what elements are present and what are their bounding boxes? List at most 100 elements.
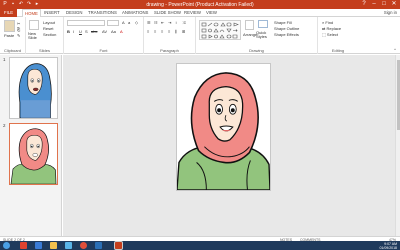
slide-thumbnail-panel: 1 2	[0, 55, 62, 236]
select-label: Select	[326, 32, 339, 37]
slide-editing-area	[63, 55, 400, 236]
media-player-icon[interactable]	[65, 242, 72, 249]
copy-icon[interactable]: ⎘	[17, 27, 20, 32]
columns-icon[interactable]: ⫼	[175, 29, 177, 34]
tab-file[interactable]: FILE	[0, 9, 18, 17]
smartart-icon[interactable]: ⊞	[182, 29, 185, 34]
quick-styles-button[interactable]: Quick Styles	[256, 31, 270, 39]
layout-button[interactable]: Layout	[43, 20, 55, 25]
ribbon: Paste ✂ ⎘ ✎ Clipboard New Slide Layout R…	[0, 17, 400, 54]
text-direction-icon[interactable]: ⤨	[182, 20, 185, 25]
sign-in-link[interactable]: Sign in	[384, 10, 397, 15]
drawing-group: Arrange Quick Styles Shape Fill Shape Ou…	[196, 17, 318, 54]
format-painter-icon[interactable]: ✎	[17, 33, 20, 38]
windows-taskbar: 9:07 AM 01/09/2018	[0, 241, 400, 250]
slide-number-2: 2	[3, 123, 6, 128]
font-group: A a ◇ B I U S abc AV Aa A Font	[64, 17, 144, 54]
find-icon: ⌕	[322, 20, 325, 25]
window-title: drawing - PowerPoint (Product Activation…	[146, 1, 254, 8]
restore-button[interactable]: □	[379, 0, 389, 8]
scrollbar-thumb[interactable]	[396, 60, 400, 130]
folder-icon[interactable]	[50, 242, 57, 249]
slide-thumbnail-2[interactable]	[9, 123, 58, 185]
quick-styles-icon[interactable]	[258, 20, 268, 28]
cut-icon[interactable]: ✂	[17, 21, 20, 26]
ribbon-tabs: FILE HOME INSERT DESIGN TRANSITIONS ANIM…	[0, 9, 400, 18]
hijab-girl-illustration	[177, 64, 270, 190]
bullets-icon[interactable]: ☰	[147, 20, 151, 25]
shapes-gallery[interactable]	[199, 20, 241, 40]
find-label: Find	[325, 20, 334, 25]
justify-icon[interactable]: ≡	[168, 29, 170, 34]
ie-icon[interactable]	[35, 242, 42, 249]
chrome-icon[interactable]	[80, 242, 87, 249]
reset-button[interactable]: Reset	[43, 26, 53, 31]
character-spacing-icon[interactable]: AV	[102, 29, 107, 34]
tab-animations[interactable]: ANIMATIONS	[122, 10, 148, 15]
section-button[interactable]: Section	[43, 32, 56, 37]
new-slide-icon[interactable]	[29, 20, 39, 30]
tab-slide-show[interactable]: SLIDE SHOW	[154, 10, 181, 15]
replace-button[interactable]: ⇄ Replace	[322, 26, 341, 31]
close-button[interactable]: ✕	[389, 0, 399, 8]
shape-outline-button[interactable]: Shape Outline	[274, 26, 299, 31]
powerpoint-taskbar-icon[interactable]	[114, 241, 123, 250]
browser-icon[interactable]	[20, 242, 27, 249]
shapes-gallery-icon	[201, 22, 239, 39]
help-button[interactable]: ?	[359, 0, 369, 8]
tab-transitions[interactable]: TRANSITIONS	[88, 10, 117, 15]
clear-formatting-icon[interactable]: ◇	[135, 20, 138, 25]
underline-icon[interactable]: U	[79, 29, 82, 34]
editing-group: ⌕ Find ⇄ Replace ⬚ Select Editing	[318, 17, 358, 54]
clipboard-group: Paste ✂ ⎘ ✎ Clipboard	[0, 17, 26, 54]
decrease-indent-icon[interactable]: ⇤	[161, 20, 164, 25]
tab-review[interactable]: REVIEW	[184, 10, 201, 15]
font-color-icon[interactable]: A	[120, 29, 123, 34]
clipboard-label: Clipboard	[3, 48, 22, 53]
word-icon[interactable]	[95, 242, 102, 249]
align-left-icon[interactable]: ≡	[147, 29, 149, 34]
drawing-label: Drawing	[249, 48, 264, 53]
start-button-icon[interactable]	[3, 242, 10, 249]
select-button[interactable]: ⬚ Select	[322, 32, 338, 37]
minimize-button[interactable]: –	[369, 0, 379, 8]
arrange-icon[interactable]	[245, 20, 254, 30]
align-right-icon[interactable]: ≡	[161, 29, 163, 34]
replace-icon: ⇄	[322, 26, 326, 31]
replace-label: Replace	[326, 26, 342, 31]
tab-view[interactable]: VIEW	[206, 10, 217, 15]
font-name-dropdown[interactable]	[67, 20, 105, 26]
new-slide-button[interactable]: New Slide	[28, 32, 41, 40]
numbering-icon[interactable]: ☷	[154, 20, 158, 25]
paragraph-group: ☰ ☷ ⇤ ⇥ ↕ ⤨ ≡ ≡ ≡ ≡ ⫼ ⊞ Paragraph	[144, 17, 196, 54]
vertical-scrollbar[interactable]	[395, 55, 400, 236]
strikethrough-icon[interactable]: abc	[91, 29, 97, 34]
slide-number-1: 1	[3, 57, 6, 62]
tab-insert[interactable]: INSERT	[44, 10, 60, 15]
shrink-font-icon[interactable]: a	[128, 20, 130, 25]
collapse-ribbon-icon[interactable]: ^	[394, 47, 396, 52]
tab-design[interactable]: DESIGN	[66, 10, 82, 15]
paragraph-label: Paragraph	[160, 48, 179, 53]
current-slide[interactable]	[176, 63, 271, 191]
window-controls: ? – □ ✕	[359, 0, 399, 8]
increase-indent-icon[interactable]: ⇥	[168, 20, 171, 25]
change-case-icon[interactable]: Aa	[111, 29, 116, 34]
line-spacing-icon[interactable]: ↕	[175, 20, 177, 25]
paste-button[interactable]: Paste	[4, 33, 14, 38]
paste-icon[interactable]	[4, 20, 15, 32]
bold-icon[interactable]: B	[67, 29, 70, 34]
align-center-icon[interactable]: ≡	[154, 29, 156, 34]
font-size-dropdown[interactable]	[107, 20, 119, 26]
font-label: Font	[99, 48, 108, 53]
italic-icon[interactable]: I	[73, 29, 74, 34]
find-button[interactable]: ⌕ Find	[322, 20, 333, 25]
taskbar-clock: 9:07 AM 01/09/2018	[379, 242, 397, 250]
shape-fill-button[interactable]: Shape Fill	[274, 20, 292, 25]
slides-label: Slides	[39, 48, 50, 53]
clock-date: 01/09/2018	[379, 245, 397, 250]
slide-thumbnail-1[interactable]	[9, 57, 58, 119]
grow-font-icon[interactable]: A	[122, 20, 125, 25]
shadow-icon[interactable]: S	[85, 29, 88, 34]
shape-effects-button[interactable]: Shape Effects	[274, 32, 299, 37]
